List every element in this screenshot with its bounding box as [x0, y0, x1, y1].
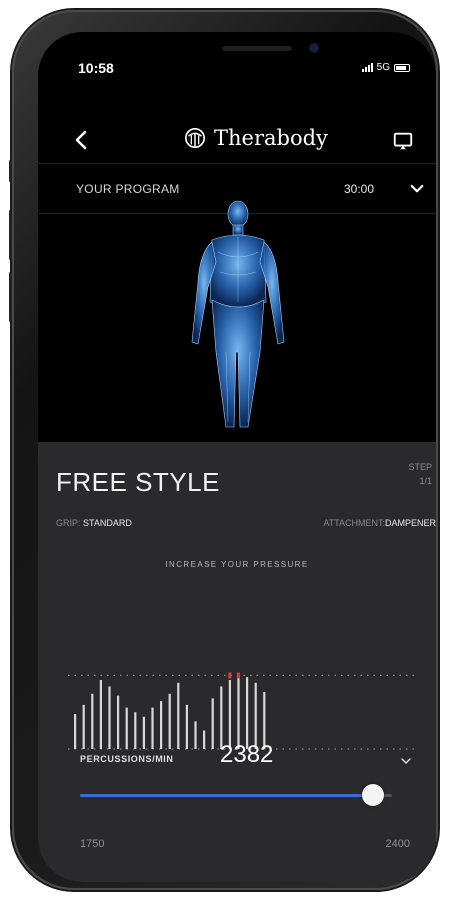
- pressure-bar: [211, 698, 214, 749]
- step-label: STEP: [408, 462, 432, 472]
- pressure-chart: [68, 672, 417, 750]
- percussions-slider[interactable]: [80, 784, 392, 808]
- attachment-label: ATTACHMENT:: [323, 518, 385, 528]
- slider-max-label: 2400: [385, 838, 410, 850]
- grip-value: STANDARD: [83, 518, 132, 528]
- chevron-down-icon[interactable]: [398, 753, 414, 769]
- therabody-logo-icon: [185, 128, 205, 148]
- body-figure: [191, 200, 285, 428]
- network-label: 5G: [376, 62, 390, 73]
- battery-icon: [394, 63, 410, 72]
- status-time: 10:58: [78, 60, 114, 76]
- pressure-instruction: INCREASE YOUR PRESSURE: [165, 560, 309, 569]
- grip-info: GRIP: STANDARD: [56, 518, 132, 528]
- pressure-bar: [194, 721, 197, 749]
- nav-bar: Therabody: [38, 122, 436, 172]
- signal-icon: [361, 63, 373, 72]
- screen: 10:58 5G Therabody YOUR PROGRAM 30:00 FR…: [38, 32, 436, 882]
- brand-logo: Therabody: [184, 126, 328, 150]
- back-icon[interactable]: [70, 128, 94, 152]
- pressure-bar: [228, 680, 231, 749]
- pressure-bar: [142, 716, 145, 749]
- pressure-bar: [125, 707, 128, 749]
- phone-side-button-silent: [9, 160, 12, 182]
- phone-side-button-volume-down: [9, 272, 12, 322]
- attachment-info: ATTACHMENT:DAMPENER: [323, 518, 436, 528]
- pressure-bar: [74, 714, 77, 749]
- pressure-bar: [185, 704, 188, 749]
- pressure-bar: [91, 693, 94, 749]
- pressure-bar: [203, 730, 206, 749]
- speaker-grille: [222, 46, 292, 51]
- grip-label: GRIP:: [56, 518, 81, 528]
- chevron-down-icon[interactable]: [408, 180, 426, 198]
- pressure-bar: [177, 682, 180, 749]
- brand-name: Therabody: [214, 126, 328, 150]
- program-label: YOUR PROGRAM: [76, 182, 180, 196]
- step-value: 1/1: [419, 476, 432, 486]
- pressure-bar: [82, 704, 85, 749]
- percussions-value: 2382: [220, 741, 274, 768]
- nav-divider: [38, 163, 436, 164]
- pressure-bar: [134, 712, 137, 749]
- phone-side-button-volume-up: [9, 210, 12, 260]
- front-camera: [310, 44, 318, 52]
- target-indicator: [236, 672, 240, 679]
- program-duration: 30:00: [344, 182, 375, 196]
- slider-thumb[interactable]: [361, 784, 384, 806]
- target-indicator: [228, 672, 232, 679]
- pressure-bar: [117, 695, 120, 749]
- percussions-label: PERCUSSIONS/MIN: [80, 754, 174, 764]
- slider-fill: [80, 794, 373, 797]
- pressure-bar: [237, 675, 240, 749]
- phone-frame: 10:58 5G Therabody YOUR PROGRAM 30:00 FR…: [9, 10, 438, 890]
- pressure-bar: [108, 686, 111, 749]
- pressure-bar: [168, 693, 171, 749]
- slider-min-label: 1750: [80, 838, 105, 850]
- status-icons: 5G: [361, 62, 410, 73]
- pressure-bar: [254, 682, 257, 749]
- session-panel: FREE STYLE STEP 1/1 GRIP: STANDARD ATTAC…: [38, 442, 436, 882]
- attachment-value: DAMPENER: [384, 518, 436, 528]
- pressure-bar: [220, 686, 223, 749]
- cast-icon[interactable]: [392, 130, 414, 152]
- pressure-bar: [160, 701, 163, 749]
- pressure-bar: [151, 707, 154, 749]
- pressure-bar: [246, 677, 249, 749]
- mode-title: FREE STYLE: [56, 467, 220, 497]
- pressure-bar: [99, 680, 102, 749]
